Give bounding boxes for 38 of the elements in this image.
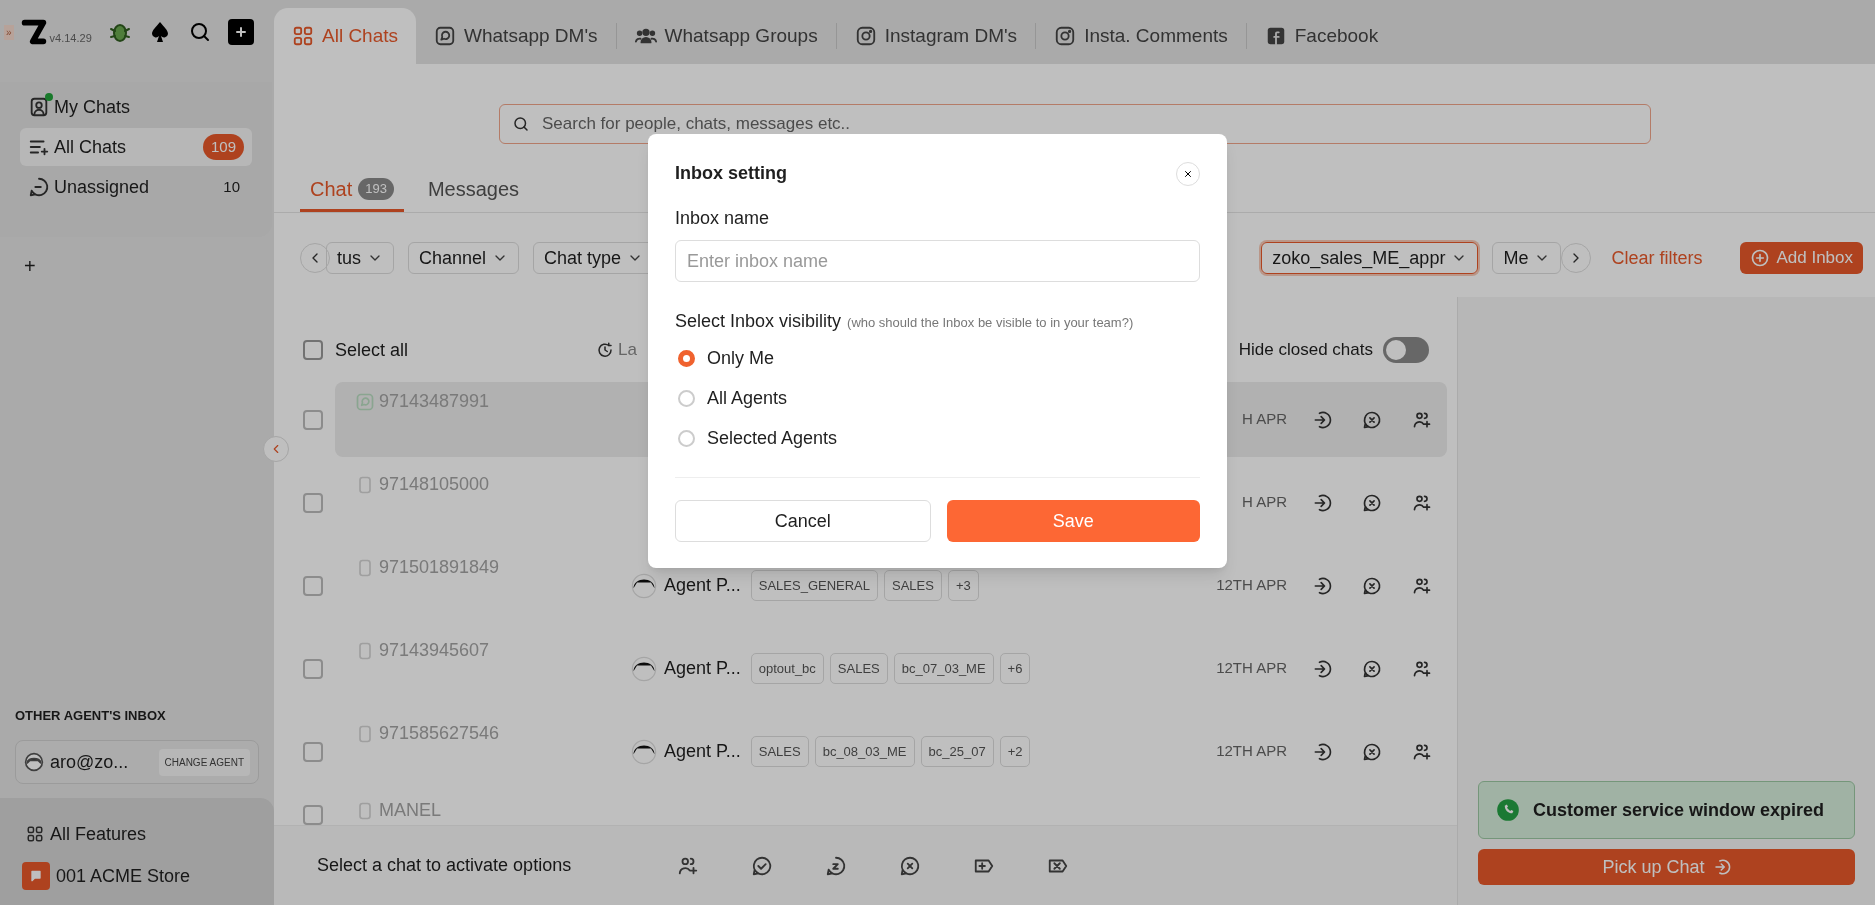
tag-chip: bc_08_03_ME (814, 735, 915, 768)
section-title: OTHER AGENT'S INBOX (15, 706, 166, 725)
field-label: Inbox name (675, 207, 771, 230)
contact-number: 97148105000 (379, 473, 490, 496)
tag-chip: optout_bc (750, 652, 824, 685)
agent-name: Agent P... (664, 574, 741, 597)
field-hint: (who should the Inbox be visible to in your team?) (847, 314, 1134, 332)
tag-chip: SALES (829, 652, 888, 685)
contact-number: 971585627546 (379, 722, 500, 745)
date-label: 12TH APR (1215, 575, 1287, 596)
tag-chip: SALES (884, 569, 942, 602)
count-badge: 109 (202, 133, 244, 161)
dialog-title: Inbox setting (675, 162, 787, 185)
contact-number: MANEL (379, 799, 441, 822)
version-label: v4.14.29 (49, 30, 92, 46)
agent-email: aro@zo... (50, 750, 130, 774)
tag-chip: SALES (750, 735, 809, 768)
date-label: H APR (1241, 492, 1287, 513)
contact-number: 971501891849 (379, 556, 500, 579)
date-label: H APR (1241, 409, 1287, 430)
tag-chip: +3 (947, 569, 979, 602)
toggle-label: Hide closed chats (1238, 339, 1373, 362)
agent-name: Agent P... (664, 740, 741, 763)
agent-name: Agent P... (664, 657, 741, 680)
tag-chip: bc_07_03_ME (893, 652, 994, 685)
tag-chip: bc_25_07 (920, 735, 994, 768)
select-all-label: Select all (335, 338, 409, 362)
count-badge: 193 (358, 178, 394, 200)
notice-text: Customer service window expired (1533, 798, 1825, 822)
tag-chip: +6 (999, 652, 1031, 685)
contact-number: 97143945607 (379, 639, 490, 662)
tag-chip: SALES_GENERAL (750, 569, 878, 602)
field-label: Select Inbox visibility (675, 310, 842, 333)
action-hint: Select a chat to activate options (317, 854, 573, 877)
date-label: 12TH APR (1215, 741, 1287, 762)
count-label: 10 (223, 176, 241, 197)
date-label: 12TH APR (1215, 658, 1287, 679)
tag-chip: +2 (999, 735, 1031, 768)
